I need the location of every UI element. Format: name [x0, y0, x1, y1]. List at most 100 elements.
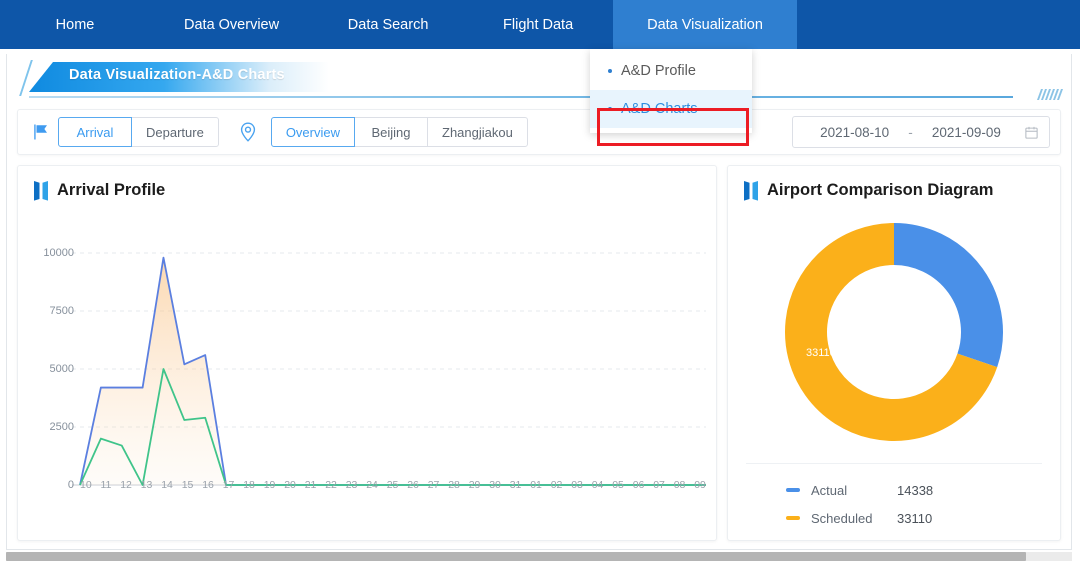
card-title-text: Arrival Profile [57, 181, 166, 199]
arrival-profile-card: Arrival Profile 10000 7500 5000 2500 0 1… [17, 165, 717, 541]
x-axis-tick: 30 [489, 479, 501, 491]
x-axis-tick: 16 [202, 479, 214, 491]
x-axis-tick: 26 [407, 479, 419, 491]
nav-item-label: Data Overview [184, 16, 280, 33]
x-axis-tick: 31 [509, 479, 522, 491]
nav-item-label: Data Visualization [647, 16, 763, 33]
y-axis-tick: 5000 [49, 363, 74, 375]
filter-toolbar: Arrival Departure Overview Beijing Zhang… [17, 109, 1061, 155]
x-axis-tick: 20 [284, 479, 296, 491]
x-axis-labels: 10 11 12 13 14 15 16 17 18 19 20 21 22 23 24 25 26 27 28 29… [80, 479, 706, 491]
x-axis-tick: 01 [530, 479, 542, 491]
button-zhangjiakou[interactable]: Zhangjiakou [427, 117, 528, 147]
dropdown-item-ad-charts[interactable]: A&D Charts [590, 90, 752, 128]
dropdown-item-label: A&D Profile [621, 63, 696, 79]
flag-icon [34, 124, 47, 140]
donut-slice-label-scheduled: 33110 [806, 347, 836, 359]
nav-item-flight-data[interactable]: Flight Data [463, 0, 613, 49]
x-axis-tick: 14 [161, 479, 173, 491]
date-range-end: 2021-09-09 [931, 124, 1001, 140]
button-overview[interactable]: Overview [270, 117, 355, 147]
y-axis-tick: 0 [67, 479, 74, 491]
donut-slice-label-actual: 14338 [924, 301, 955, 313]
x-axis-tick: 23 [345, 479, 358, 491]
line-chart-svg [72, 252, 706, 486]
x-axis-tick: 07 [653, 479, 665, 491]
airport-comparison-title-row: Airport Comparison Diagram [728, 166, 1060, 201]
legend-label: Scheduled [811, 510, 873, 526]
button-label: Departure [146, 124, 204, 140]
x-axis-tick: 24 [366, 479, 378, 491]
nav-item-data-visualization[interactable]: Data Visualization [613, 0, 797, 49]
x-axis-tick: 09 [694, 479, 706, 491]
scrollbar-thumb[interactable] [6, 552, 1026, 561]
y-axis-tick: 10000 [43, 247, 74, 259]
legend-value: 33110 [897, 510, 933, 526]
y-axis-tick: 7500 [49, 305, 74, 317]
date-range-separator: - [908, 124, 913, 140]
legend-swatch-icon [786, 488, 800, 492]
button-arrival[interactable]: Arrival [58, 117, 132, 147]
button-beijing[interactable]: Beijing [354, 117, 428, 147]
x-axis-tick: 27 [427, 479, 440, 491]
legend-row-actual: Actual 14338 [746, 476, 1042, 504]
airport-comparison-card: Airport Comparison Diagram 14338 33110 A… [727, 165, 1061, 541]
legend-swatch-icon [786, 516, 800, 520]
dropdown-item-ad-profile[interactable]: A&D Profile [590, 52, 752, 90]
x-axis-tick: 06 [632, 479, 645, 491]
button-label: Beijing [371, 124, 411, 140]
legend-row-scheduled: Scheduled 33110 [746, 504, 1042, 532]
airport-button-group: Overview Beijing Zhangjiakou [270, 117, 528, 147]
title-marker-icon [744, 181, 758, 201]
arrival-profile-line-chart: 10000 7500 5000 2500 0 10 11 12 13 14 15 16 17 1… [18, 201, 716, 521]
donut-legend: Actual 14338 Scheduled 33110 [746, 463, 1042, 532]
data-visualization-dropdown-menu: A&D Profile A&D Charts [590, 49, 752, 133]
button-label: Arrival [76, 124, 114, 140]
nav-item-label: Data Search [347, 16, 429, 33]
x-axis-tick: 04 [591, 479, 604, 491]
x-axis-tick: 05 [612, 479, 624, 491]
x-axis-tick: 15 [181, 479, 194, 491]
y-axis-tick: 2500 [49, 421, 74, 433]
x-axis-tick: 12 [120, 479, 132, 491]
nav-item-data-search[interactable]: Data Search [313, 0, 463, 49]
donut-chart-area: 14338 33110 [728, 201, 1060, 463]
x-axis-tick: 19 [263, 479, 276, 491]
date-range-picker[interactable]: 2021-08-10 - 2021-09-09 [792, 116, 1050, 148]
nav-item-label: Home [55, 16, 95, 33]
button-departure[interactable]: Departure [131, 117, 219, 147]
x-axis-tick: 13 [140, 479, 153, 491]
page-content: Data Visualization-A&D Charts Arrival De… [6, 54, 1072, 550]
bullet-icon [608, 69, 612, 73]
x-axis-tick: 22 [325, 479, 337, 491]
x-axis-tick: 25 [386, 479, 399, 491]
page-title: Data Visualization-A&D Charts [69, 67, 285, 83]
title-marker-icon [34, 181, 48, 201]
bullet-icon [608, 107, 612, 111]
nav-item-home[interactable]: Home [0, 0, 150, 49]
nav-item-data-overview[interactable]: Data Overview [150, 0, 313, 49]
legend-value: 14338 [897, 482, 934, 498]
button-label: Zhangjiakou [442, 124, 513, 140]
x-axis-tick: 08 [673, 479, 686, 491]
top-navigation-bar: Home Data Overview Data Search Flight Da… [0, 0, 1080, 49]
x-axis-tick: 28 [448, 479, 460, 491]
button-label: Overview [285, 124, 340, 140]
nav-spacer [796, 0, 1080, 49]
arrival-profile-title-row: Arrival Profile [18, 166, 716, 201]
charts-row: Arrival Profile 10000 7500 5000 2500 0 1… [17, 165, 1061, 541]
x-axis-tick: 10 [80, 479, 92, 491]
horizontal-scrollbar[interactable] [6, 552, 1072, 561]
x-axis-tick: 02 [550, 479, 563, 491]
x-axis-tick: 18 [243, 479, 255, 491]
location-pin-icon [240, 122, 255, 142]
x-axis-tick: 29 [468, 479, 481, 491]
date-range-start: 2021-08-10 [820, 124, 890, 140]
title-decoration-hatch [1036, 89, 1064, 100]
calendar-icon[interactable] [1024, 125, 1039, 140]
x-axis-tick: 17 [222, 479, 235, 491]
donut-chart-svg [785, 223, 1003, 441]
legend-label: Actual [811, 482, 848, 498]
nav-item-label: Flight Data [503, 16, 574, 33]
card-title-text: Airport Comparison Diagram [767, 181, 994, 199]
